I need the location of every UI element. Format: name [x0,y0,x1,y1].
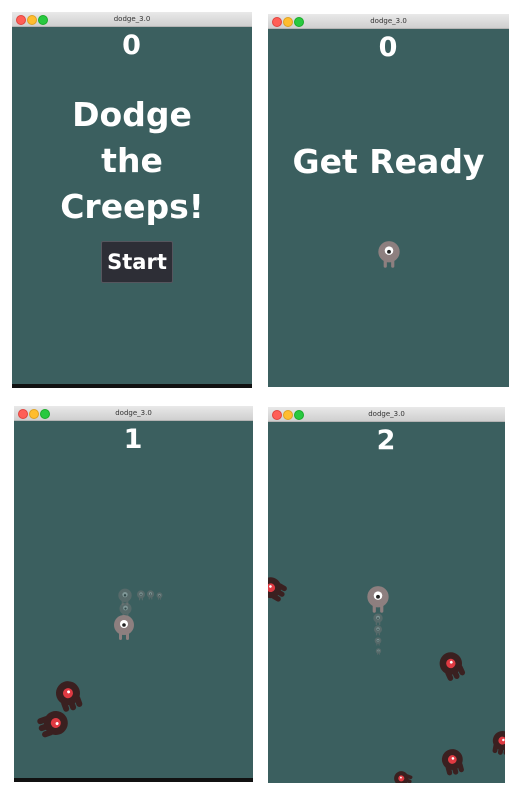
creep-enemy-icon [433,646,471,685]
game-window-gameplay-1: dodge_3.0 1 [14,406,253,782]
get-ready-message: Get Ready [292,142,485,181]
window-titlebar: dodge_3.0 [268,14,509,29]
creep-enemy-icon [268,571,292,608]
score-label: 0 [122,30,142,61]
player-trail-icon [374,637,382,647]
player-trail-icon [373,625,383,637]
player-trail-icon [136,590,146,602]
player-sprite-icon [365,585,391,617]
creep-enemy-icon [437,744,470,780]
game-window-title-screen: dodge_3.0 0 Dodge the Creeps! Start [12,12,252,388]
window-titlebar: dodge_3.0 [12,12,252,27]
creep-enemy-icon [391,767,416,783]
player-trail-icon [146,590,155,601]
score-label: 1 [123,424,144,455]
player-trail-icon [156,592,163,601]
game-title-message: Dodge the Creeps! [60,95,204,226]
window-bottom-border [12,384,252,388]
window-titlebar: dodge_3.0 [14,406,253,421]
start-button[interactable]: Start [101,241,173,283]
game-window-gameplay-2: dodge_3.0 2 [268,407,505,783]
creep-enemy-icon [488,727,505,759]
window-title: dodge_3.0 [370,17,407,25]
window-title: dodge_3.0 [115,409,152,417]
game-window-get-ready: dodge_3.0 0 Get Ready [268,14,509,387]
score-label: 2 [376,425,397,456]
window-titlebar: dodge_3.0 [268,407,505,422]
score-label: 0 [378,32,399,63]
player-sprite-icon [376,240,402,272]
window-title: dodge_3.0 [113,15,151,23]
window-bottom-border [14,778,253,782]
player-trail-icon [375,648,382,656]
window-title: dodge_3.0 [368,410,405,418]
player-sprite-icon [112,614,136,644]
